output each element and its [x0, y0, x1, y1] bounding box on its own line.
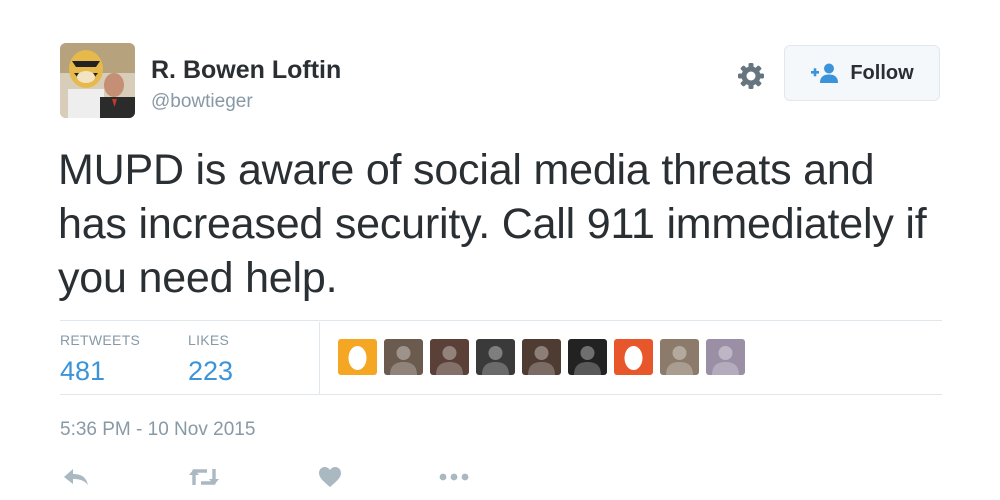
avatar[interactable] — [60, 43, 135, 118]
liker-avatar[interactable] — [522, 339, 561, 375]
display-name[interactable]: R. Bowen Loftin — [151, 56, 341, 85]
egg-avatar[interactable] — [614, 339, 653, 375]
retweet-icon[interactable] — [188, 466, 220, 493]
avatar-image — [60, 43, 135, 118]
liker-avatar[interactable] — [430, 339, 469, 375]
add-user-icon — [811, 63, 839, 83]
timestamp[interactable]: 5:36 PM - 10 Nov 2015 — [60, 419, 255, 441]
stats-top-divider — [60, 320, 942, 321]
liker-avatar[interactable] — [568, 339, 607, 375]
likes-label: LIKES — [188, 332, 230, 348]
gear-icon[interactable] — [735, 60, 767, 92]
liker-avatar[interactable] — [384, 339, 423, 375]
liker-avatar[interactable] — [476, 339, 515, 375]
tweet-text: MUPD is aware of social media threats an… — [58, 146, 927, 302]
follow-button[interactable]: Follow — [784, 45, 940, 101]
liker-avatars — [338, 339, 745, 375]
liker-avatar[interactable] — [660, 339, 699, 375]
stats-separator — [319, 322, 320, 394]
likes-count: 223 — [188, 356, 234, 386]
egg-avatar[interactable] — [338, 339, 377, 375]
retweets-stat[interactable]: RETWEETS 481 — [60, 332, 140, 387]
follow-label: Follow — [850, 61, 914, 84]
like-icon[interactable] — [318, 466, 342, 493]
stats-bottom-divider — [60, 394, 942, 395]
retweets-count: 481 — [60, 356, 106, 386]
user-handle[interactable]: @bowtieger — [151, 91, 253, 113]
reply-icon[interactable] — [63, 466, 89, 493]
liker-avatar[interactable] — [706, 339, 745, 375]
likes-stat[interactable]: LIKES 223 — [188, 332, 233, 387]
retweets-label: RETWEETS — [60, 332, 141, 348]
more-icon[interactable] — [439, 466, 469, 493]
